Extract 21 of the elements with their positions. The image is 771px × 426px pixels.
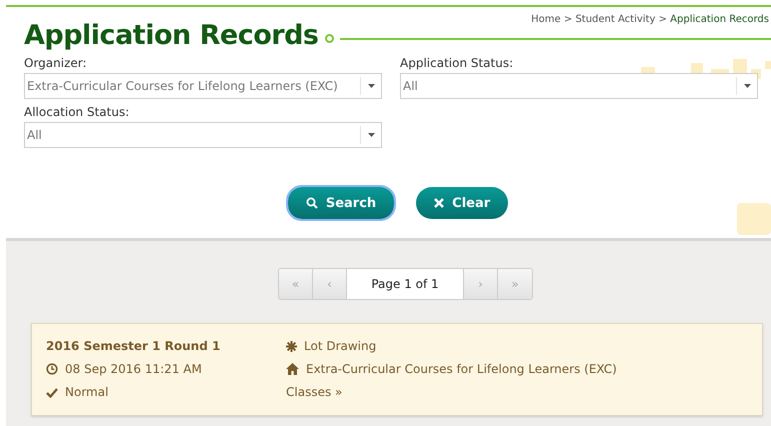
breadcrumb-link[interactable]: Home <box>531 14 561 25</box>
page-indicator: Page 1 of 1 <box>347 269 464 299</box>
breadcrumb-link[interactable]: Student Activity <box>575 14 656 25</box>
page-title: Application Records <box>24 20 318 51</box>
dropdown-field[interactable]: All <box>400 73 758 99</box>
search-button[interactable]: Search <box>288 187 394 219</box>
record-datetime: 08 Sep 2016 11:21 AM <box>65 360 202 378</box>
breadcrumb-separator: > <box>658 14 667 25</box>
field-label: Allocation Status: <box>24 105 130 119</box>
record-status: Normal <box>65 384 108 402</box>
dropdown-field[interactable]: Extra-Curricular Courses for Lifelong Learners (EXC) <box>24 73 382 99</box>
record-title: 2016 Semester 1 Round 1 <box>46 338 220 355</box>
breadcrumb-separator: > <box>564 14 572 25</box>
field-label: Application Status: <box>400 56 514 70</box>
breadcrumb-link[interactable]: Application Records <box>670 14 769 25</box>
organizer-name: Extra-Curricular Courses for Lifelong Learners (EXC) <box>306 360 617 378</box>
classes-link[interactable]: Classes » <box>286 384 342 402</box>
clear-button[interactable]: Clear <box>416 187 508 219</box>
dropdown-field[interactable]: All <box>24 122 382 148</box>
field-label: Organizer: <box>24 56 88 70</box>
allocation-method: Lot Drawing <box>304 338 376 355</box>
